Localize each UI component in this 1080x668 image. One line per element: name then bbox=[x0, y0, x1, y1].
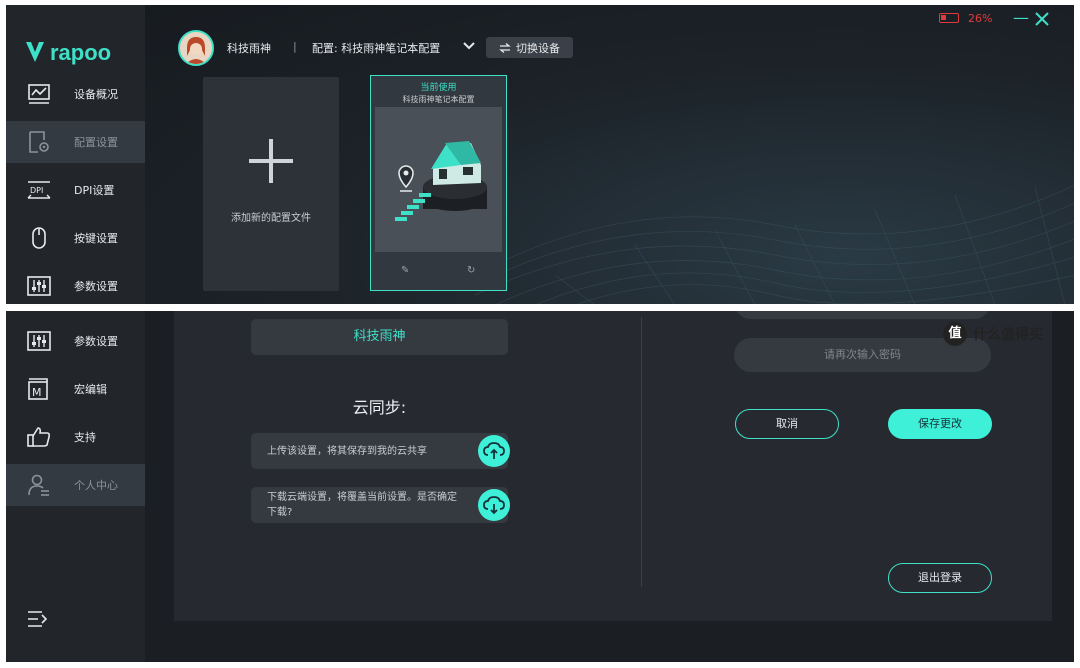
top-screenshot-panel: rapoo 设备概况 配置设置 DPI DPI设置 按键设置 参数设置 科技雨神… bbox=[6, 5, 1074, 304]
sidebar-item-label: 设备概况 bbox=[74, 88, 118, 101]
sidebar: 参数设置 M 宏编辑 支持 个人中心 bbox=[6, 311, 145, 662]
cloud-sync-title: 云同步: bbox=[352, 398, 407, 417]
config-file-icon bbox=[29, 131, 49, 153]
password-field[interactable] bbox=[734, 311, 991, 319]
sidebar-item-user-center[interactable]: 个人中心 bbox=[6, 464, 145, 506]
switch-device-button[interactable]: 切换设备 bbox=[486, 37, 573, 58]
upload-row: 上传该设置，将其保存到我的云共享 bbox=[251, 433, 510, 469]
plus-icon bbox=[249, 139, 293, 183]
sidebar-item-macro[interactable]: M 宏编辑 bbox=[6, 368, 145, 410]
download-cloud-button[interactable] bbox=[478, 489, 510, 521]
house-island-illustration bbox=[395, 141, 487, 221]
column-divider bbox=[641, 317, 642, 587]
user-center-main: 科技雨神 云同步: 上传该设置，将其保存到我的云共享 下载云端设置，将覆盖当前设… bbox=[145, 311, 1074, 662]
chevron-down-icon[interactable] bbox=[463, 41, 475, 51]
download-text: 下载云端设置，将覆盖当前设置。是否确定下载? bbox=[267, 492, 457, 518]
monitor-chart-icon bbox=[28, 84, 50, 104]
current-profile-tag: 当前使用 bbox=[420, 83, 457, 93]
watermark: 值 什么值得买 bbox=[943, 322, 1043, 346]
sidebar-item-dpi[interactable]: DPI DPI设置 bbox=[6, 169, 145, 211]
cancel-button[interactable]: 取消 bbox=[735, 409, 839, 439]
sidebar-item-label: 按键设置 bbox=[74, 232, 118, 245]
profiles-main-area: 科技雨神 | 配置: 科技雨神笔记本配置 切换设备 26% — 添加新的配置文件… bbox=[145, 5, 1074, 304]
mouse-icon bbox=[32, 227, 46, 249]
watermark-logo: 值 bbox=[943, 322, 967, 346]
download-row: 下载云端设置，将覆盖当前设置。是否确定下载? bbox=[251, 487, 510, 523]
minimize-icon[interactable]: — bbox=[1013, 8, 1029, 27]
upload-text: 上传该设置，将其保存到我的云共享 bbox=[267, 446, 427, 457]
swap-arrows-icon bbox=[499, 42, 511, 53]
battery-icon bbox=[939, 13, 959, 23]
sidebar-item-support[interactable]: 支持 bbox=[6, 416, 145, 458]
bottom-screenshot-panel: 参数设置 M 宏编辑 支持 个人中心 科技雨神 云同步: 上传该设置，将其保存到… bbox=[6, 311, 1074, 662]
sidebar-item-label: 宏编辑 bbox=[74, 383, 107, 396]
dpi-icon: DPI bbox=[27, 181, 51, 199]
sidebar-item-label: 参数设置 bbox=[74, 335, 118, 348]
save-changes-button[interactable]: 保存更改 bbox=[888, 409, 992, 439]
sidebar-item-params[interactable]: 参数设置 bbox=[6, 265, 145, 304]
edit-icon[interactable]: ✎ bbox=[401, 265, 409, 276]
sidebar-item-label: 参数设置 bbox=[74, 280, 118, 293]
sidebar-item-device-overview[interactable]: 设备概况 bbox=[6, 73, 145, 115]
rapoo-logo: rapoo bbox=[26, 40, 111, 65]
sidebar-item-label: DPI设置 bbox=[74, 184, 115, 197]
avatar[interactable] bbox=[178, 30, 214, 66]
current-profile-name: 科技雨神笔记本配置 bbox=[402, 95, 475, 104]
svg-text:M: M bbox=[32, 386, 42, 399]
sidebar-item-params[interactable]: 参数设置 bbox=[6, 320, 145, 362]
sidebar-item-label: 配置设置 bbox=[74, 136, 118, 149]
watermark-text: 什么值得买 bbox=[973, 327, 1043, 343]
account-content-card: 科技雨神 云同步: 上传该设置，将其保存到我的云共享 下载云端设置，将覆盖当前设… bbox=[174, 311, 1052, 621]
logout-button[interactable]: 退出登录 bbox=[888, 563, 992, 593]
header-config-name: 配置: 科技雨神笔记本配置 bbox=[312, 42, 441, 55]
sidebar-item-config[interactable]: 配置设置 bbox=[6, 121, 145, 163]
sliders-icon bbox=[27, 276, 51, 296]
reset-icon[interactable]: ↻ bbox=[467, 265, 475, 276]
header-separator: | bbox=[293, 40, 297, 53]
wave-mesh-background bbox=[475, 185, 1074, 304]
current-profile-card[interactable]: 当前使用 科技雨神笔记本配置 ✎ ↻ bbox=[370, 75, 507, 291]
thumbs-up-icon bbox=[27, 427, 51, 447]
battery-percent: 26% bbox=[968, 12, 993, 25]
avatar-portrait-icon bbox=[180, 32, 212, 64]
sidebar-item-label: 支持 bbox=[74, 431, 96, 444]
sidebar-item-keys[interactable]: 按键设置 bbox=[6, 217, 145, 259]
username-field[interactable]: 科技雨神 bbox=[251, 319, 508, 355]
cloud-download-icon bbox=[483, 496, 505, 515]
svg-text:rapoo: rapoo bbox=[50, 40, 111, 65]
sidebar: rapoo 设备概况 配置设置 DPI DPI设置 按键设置 参数设置 bbox=[6, 5, 145, 304]
add-profile-card[interactable]: 添加新的配置文件 bbox=[203, 77, 339, 291]
cloud-upload-icon bbox=[483, 442, 505, 459]
profile-illustration bbox=[375, 107, 502, 252]
add-profile-label: 添加新的配置文件 bbox=[231, 213, 311, 224]
macro-icon: M bbox=[28, 378, 48, 400]
svg-text:DPI: DPI bbox=[30, 186, 43, 195]
menu-collapse-icon[interactable] bbox=[26, 609, 48, 629]
upload-cloud-button[interactable] bbox=[478, 435, 510, 467]
switch-device-label: 切换设备 bbox=[516, 41, 560, 55]
close-icon[interactable] bbox=[1035, 12, 1049, 26]
user-center-icon bbox=[28, 474, 49, 496]
sidebar-item-label: 个人中心 bbox=[74, 479, 118, 492]
sliders-icon bbox=[27, 331, 51, 351]
header-user-name: 科技雨神 bbox=[227, 42, 271, 55]
